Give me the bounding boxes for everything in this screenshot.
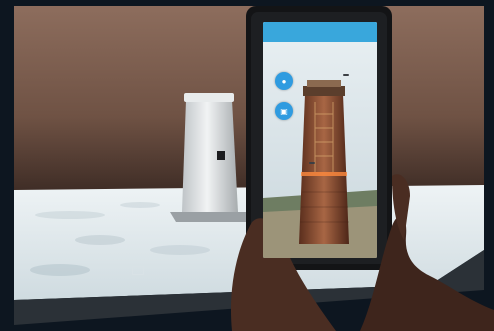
ar-tablet-scene: ● ▣ [0, 0, 494, 331]
scene-background [0, 0, 494, 331]
layers-icon: ▣ [280, 106, 288, 116]
ar-view [263, 22, 377, 258]
distance-badge [343, 74, 349, 76]
ar-tower-model [299, 94, 349, 244]
brand-mark [132, 266, 148, 275]
app-header [263, 22, 377, 42]
camera-icon: ● [281, 76, 287, 86]
info-label[interactable] [309, 162, 315, 164]
brand-logo-icon [132, 266, 144, 275]
tablet-screen: ● ▣ [263, 22, 377, 258]
camera-button[interactable]: ● [275, 72, 293, 90]
layers-button[interactable]: ▣ [275, 102, 293, 120]
